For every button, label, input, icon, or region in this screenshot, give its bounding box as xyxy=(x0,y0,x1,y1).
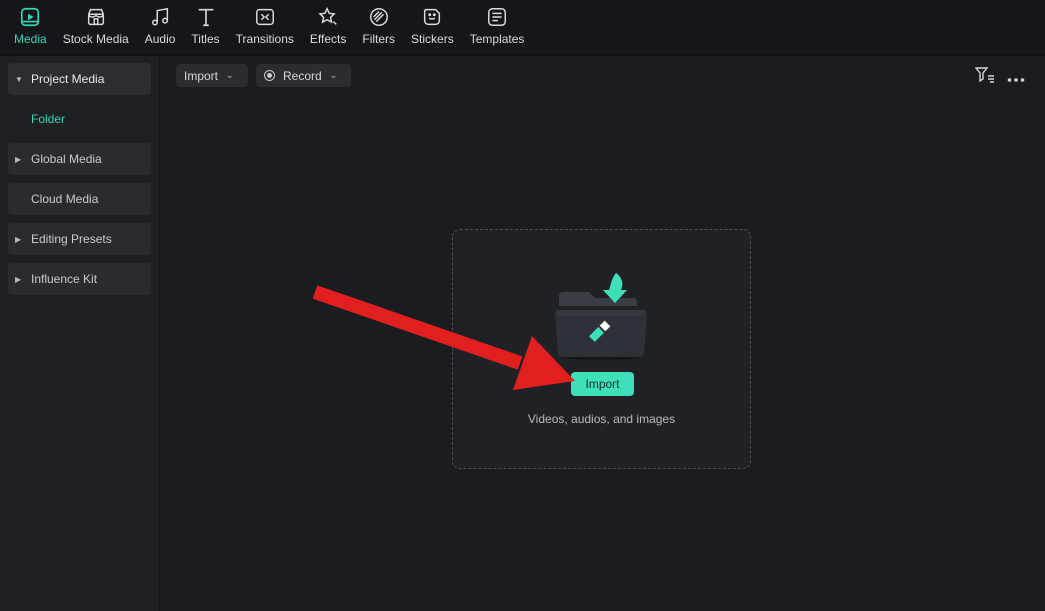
record-dropdown-label: Record xyxy=(283,68,322,83)
media-library-panel: Import ⌄ Record ⌄ Import Videos, audios,… xyxy=(161,56,1045,611)
stock-media-icon xyxy=(87,8,104,26)
tab-templates-label: Templates xyxy=(469,32,525,46)
more-dots-icon xyxy=(1007,78,1025,82)
folder-import-icon xyxy=(555,273,647,360)
tab-effects-label: Effects xyxy=(309,32,347,46)
chevron-down-icon: ⌄ xyxy=(226,70,234,80)
tab-stock-media-label: Stock Media xyxy=(62,32,129,46)
tab-titles-label: Titles xyxy=(191,32,220,46)
filters-icon xyxy=(369,8,388,26)
sidebar-item-project-media[interactable]: ▼ Project Media xyxy=(8,63,151,95)
top-toolbar: Media Stock Media Audio Titles Transitio… xyxy=(0,0,1045,56)
sidebar-item-cloud-media[interactable]: Cloud Media xyxy=(8,183,151,215)
sidebar-item-label: Folder xyxy=(31,112,66,126)
tab-media-label: Media xyxy=(14,32,47,46)
record-dropdown[interactable]: Record ⌄ xyxy=(256,64,351,87)
tab-stickers[interactable]: Stickers xyxy=(403,0,462,56)
tab-filters[interactable]: Filters xyxy=(354,0,403,56)
tab-transitions[interactable]: Transitions xyxy=(228,0,302,56)
sticker-icon xyxy=(424,8,441,26)
tab-templates[interactable]: Templates xyxy=(462,0,533,56)
import-button[interactable]: Import xyxy=(571,372,634,396)
sidebar-item-label: Influence Kit xyxy=(31,272,98,286)
chevron-down-icon: ⌄ xyxy=(329,70,338,80)
sidebar-item-label: Editing Presets xyxy=(31,232,112,246)
caret-right-icon: ▶ xyxy=(15,154,22,164)
record-icon xyxy=(264,70,275,81)
sidebar-item-influence-kit[interactable]: ▶ Influence Kit xyxy=(8,263,151,295)
filter-sort-button[interactable] xyxy=(974,66,995,89)
caret-right-icon: ▶ xyxy=(15,274,22,284)
tab-stock-media[interactable]: Stock Media xyxy=(55,0,137,56)
tab-transitions-label: Transitions xyxy=(235,32,294,46)
sidebar-item-label: Cloud Media xyxy=(31,192,99,206)
sidebar-item-global-media[interactable]: ▶ Global Media xyxy=(8,143,151,175)
caret-down-icon: ▼ xyxy=(15,74,23,84)
sidebar-item-label: Project Media xyxy=(31,72,105,86)
import-dropzone[interactable]: Import Videos, audios, and images xyxy=(452,229,751,469)
sidebar-item-editing-presets[interactable]: ▶ Editing Presets xyxy=(8,223,151,255)
import-dropdown-label: Import xyxy=(184,68,219,83)
media-icon xyxy=(21,7,40,27)
app-window: Media Stock Media Audio Titles Transitio… xyxy=(0,0,1045,611)
tab-audio-label: Audio xyxy=(144,32,176,46)
tab-effects[interactable]: Effects xyxy=(302,0,354,56)
tab-media[interactable]: Media xyxy=(6,0,55,56)
more-options-button[interactable] xyxy=(1007,70,1025,88)
dropzone-hint: Videos, audios, and images xyxy=(527,412,676,426)
music-note-icon xyxy=(151,7,169,26)
tab-titles[interactable]: Titles xyxy=(183,0,227,56)
import-dropdown[interactable]: Import ⌄ xyxy=(176,64,248,87)
transitions-icon xyxy=(255,8,274,26)
effects-star-icon xyxy=(318,7,337,25)
tab-stickers-label: Stickers xyxy=(411,32,454,46)
tab-filters-label: Filters xyxy=(362,32,396,46)
text-t-icon xyxy=(198,8,213,27)
caret-right-icon: ▶ xyxy=(15,234,22,244)
sidebar-item-folder[interactable]: Folder xyxy=(8,103,151,135)
templates-icon xyxy=(488,8,507,26)
filter-icon xyxy=(974,67,994,83)
sidebar-item-label: Global Media xyxy=(31,152,102,166)
media-sidebar: ▼ Project Media Folder ▶ Global Media Cl… xyxy=(0,56,160,611)
tab-audio[interactable]: Audio xyxy=(137,0,184,56)
